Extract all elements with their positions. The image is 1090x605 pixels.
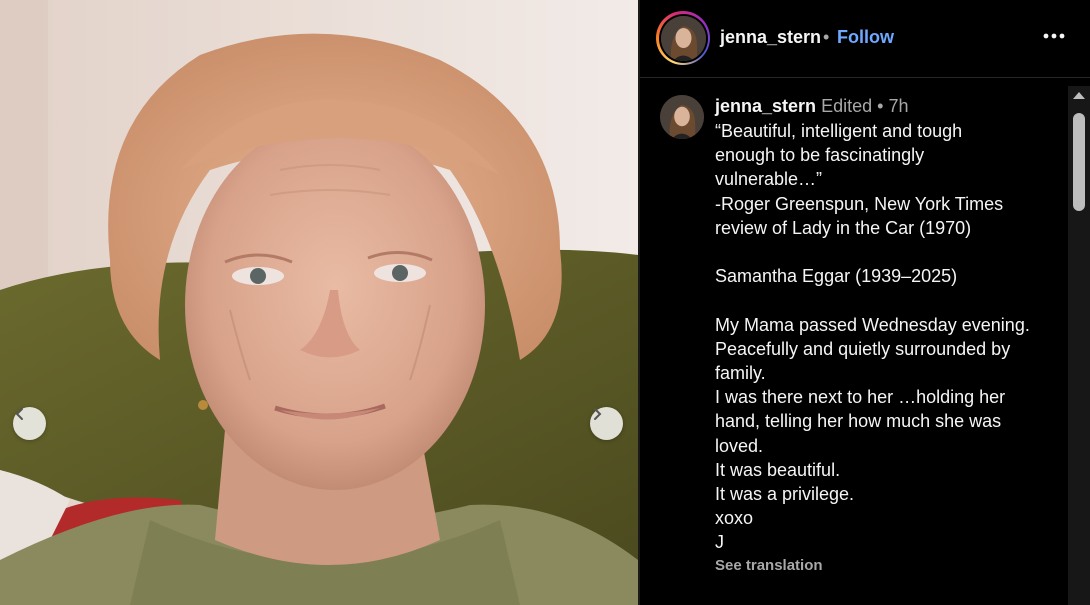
post-header: jenna_stern • Follow (640, 0, 1090, 78)
caption-line: family. (715, 363, 766, 383)
avatar-image (660, 95, 704, 139)
header-separator: • (823, 27, 830, 47)
caption-line: hand, telling her how much she was (715, 411, 1002, 432)
post-details-panel: jenna_stern • Follow jenna_stern Edited … (640, 0, 1090, 605)
more-horizontal-icon[interactable] (1043, 33, 1065, 39)
caption-line: “Beautiful, intelligent and tough (715, 121, 963, 141)
post-time[interactable]: 7h (888, 96, 908, 116)
header-username[interactable]: jenna_stern (720, 27, 821, 48)
avatar (660, 15, 706, 61)
edited-label: Edited (821, 96, 873, 116)
caption-username[interactable]: jenna_stern (715, 96, 816, 116)
caption-line: Samantha Eggar (1939–2025) (715, 266, 958, 287)
post-image (0, 0, 638, 605)
caption-line: -Roger Greenspun, New York Times (715, 193, 1004, 214)
caption-text: “Beautiful, intelligent and tough enough … (715, 119, 1055, 555)
caption-line: enough to be fascinatingly (715, 145, 925, 166)
caption-line: Peacefully and quietly surrounded by (715, 338, 1011, 359)
caption-body: jenna_stern Edited • 7h “Beautiful, inte… (715, 93, 1055, 574)
caption-line: I was there next to her …holding her (715, 387, 1006, 408)
caption-line (715, 288, 1055, 312)
chevron-left-icon (15, 408, 23, 420)
follow-button[interactable]: Follow (837, 27, 894, 48)
scroll-thumb[interactable] (1073, 113, 1085, 211)
caption-avatar[interactable] (660, 95, 704, 139)
caption-line: It was a privilege. (715, 484, 855, 505)
caption-line: J (715, 532, 724, 553)
previous-photo-button[interactable] (13, 407, 46, 440)
meta-separator: • (877, 96, 884, 116)
caption-line: My Mama passed Wednesday evening. (715, 314, 1030, 335)
caption-meta: jenna_stern Edited • 7h (715, 93, 1055, 119)
caption-line: vulnerable…” (715, 169, 823, 190)
see-translation-link[interactable]: See translation (715, 557, 1055, 574)
caption-line: xoxo (715, 508, 754, 529)
scroll-up-arrow-icon[interactable] (1073, 92, 1085, 99)
scrollbar[interactable] (1068, 86, 1090, 605)
chevron-right-icon (594, 408, 602, 420)
next-photo-button[interactable] (590, 407, 623, 440)
story-ring[interactable] (656, 11, 710, 65)
caption-line: It was beautiful. (715, 459, 841, 480)
caption-line: review of Lady in the Car (1970) (715, 217, 972, 238)
post-photo[interactable] (0, 0, 638, 605)
avatar-image (660, 15, 706, 61)
caption-line (715, 240, 1055, 264)
caption-line: loved. (715, 435, 764, 456)
